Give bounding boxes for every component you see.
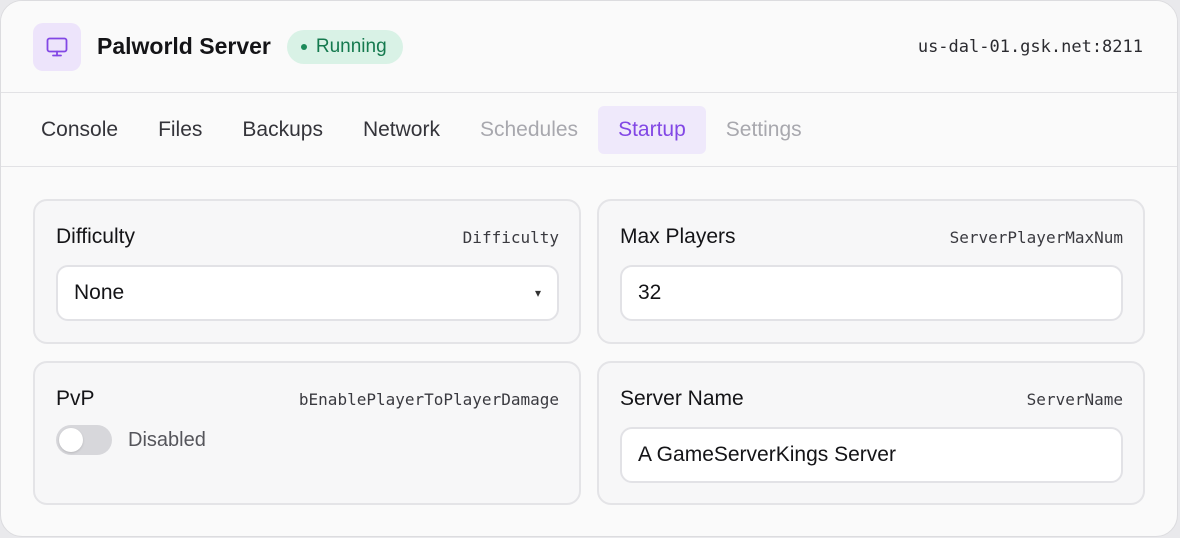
status-badge: Running [286,29,403,64]
pvp-state-label: Disabled [128,428,206,451]
tab-settings[interactable]: Settings [706,106,822,154]
difficulty-label: Difficulty [56,225,135,248]
server-name-key: ServerName [1026,390,1123,409]
chevron-down-icon: ▾ [534,286,541,300]
tab-files[interactable]: Files [138,106,222,154]
difficulty-value: None [74,281,125,304]
tab-network[interactable]: Network [343,106,460,154]
server-name-input[interactable]: A GameServerKings Server [620,427,1123,483]
server-address: us-dal-01.gsk.net:8211 [917,36,1143,57]
server-name-label: Server Name [620,387,744,410]
status-dot-icon [300,43,307,50]
difficulty-select[interactable]: None ▾ [56,265,559,321]
server-title: Palworld Server [97,33,271,59]
status-label: Running [315,35,387,57]
max-players-input[interactable]: 32 [620,265,1123,321]
pvp-card: PvP bEnablePlayerToPlayerDamage Disabled [33,361,581,505]
server-name-value: A GameServerKings Server [638,443,896,466]
max-players-card: Max Players ServerPlayerMaxNum 32 [597,199,1145,344]
app-window: Palworld Server Running us-dal-01.gsk.ne… [0,0,1178,537]
max-players-value: 32 [638,281,662,304]
max-players-label: Max Players [620,225,736,248]
tab-bar: Console Files Backups Network Schedules … [1,93,1177,167]
toggle-knob [59,428,83,452]
tab-startup[interactable]: Startup [598,105,706,154]
pvp-label: PvP [56,387,95,410]
difficulty-card: Difficulty Difficulty None ▾ [33,199,581,344]
monitor-icon [33,22,81,71]
header: Palworld Server Running us-dal-01.gsk.ne… [1,1,1177,93]
tab-schedules[interactable]: Schedules [460,106,598,154]
max-players-key: ServerPlayerMaxNum [949,228,1123,247]
server-name-card: Server Name ServerName A GameServerKings… [597,361,1145,505]
tab-backups[interactable]: Backups [222,106,343,154]
pvp-toggle[interactable] [56,425,112,455]
pvp-key: bEnablePlayerToPlayerDamage [298,390,559,409]
tab-console[interactable]: Console [21,106,138,154]
difficulty-key: Difficulty [462,228,559,247]
